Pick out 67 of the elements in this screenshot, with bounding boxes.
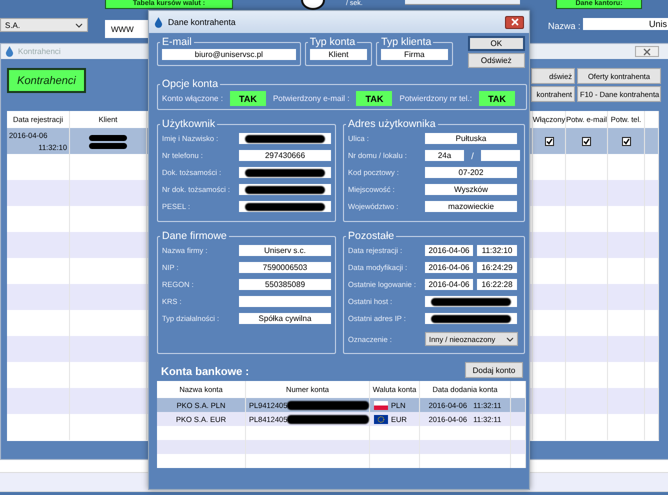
separator-text: /	[470, 150, 475, 160]
window-title: Kontrahenci	[18, 47, 61, 56]
text-field[interactable]: Pułtuska	[425, 133, 518, 144]
close-button[interactable]	[505, 16, 524, 28]
text-field[interactable]	[239, 201, 331, 212]
chevron-down-icon	[75, 22, 83, 28]
close-icon	[643, 48, 651, 56]
text-field[interactable]: 550385089	[239, 279, 331, 290]
apartment-field[interactable]	[481, 150, 520, 161]
name-label: Nazwa :	[548, 21, 581, 31]
dial-icon	[300, 0, 326, 10]
date-field[interactable]: 2016-04-06	[425, 245, 474, 256]
text-field[interactable]: 07-202	[425, 167, 518, 178]
field-label: Konto włączone :	[162, 94, 223, 103]
text-field[interactable]	[239, 296, 331, 307]
group-title: E-mail	[161, 36, 193, 48]
contractors-button[interactable]: Kontrahenci	[7, 68, 86, 93]
company-select[interactable]: S.A.	[0, 18, 88, 32]
window-title: Dane kontrahenta	[168, 17, 236, 27]
time-field[interactable]: 16:24:29	[477, 262, 518, 273]
text-field[interactable]: 7590006503	[239, 262, 331, 273]
drop-icon	[154, 16, 163, 28]
group-title: Pozostałe	[347, 230, 396, 242]
group-title: Adres użytkownika	[347, 118, 437, 130]
field-label: Potwierdzony e-mail :	[272, 94, 350, 103]
group-title: Typ konta	[308, 36, 356, 48]
checkbox[interactable]	[582, 137, 591, 146]
client-type-field[interactable]: Firma	[381, 49, 448, 60]
chevron-down-icon	[506, 336, 514, 342]
text-field[interactable]: mazowieckie	[425, 201, 518, 212]
ok-button[interactable]: OK	[468, 36, 525, 51]
name-field[interactable]: Unis	[583, 18, 668, 30]
text-field[interactable]	[425, 313, 518, 324]
text-field[interactable]	[425, 296, 518, 307]
date-field[interactable]: 2016-04-06	[425, 262, 474, 273]
status-indicator: TAK	[356, 91, 392, 106]
group-title: Opcje konta	[161, 78, 220, 90]
text-field[interactable]: Uniserv s.c.	[239, 245, 331, 256]
flag-icon	[374, 400, 388, 410]
time-field[interactable]: 16:22:28	[477, 279, 518, 290]
text-field[interactable]	[239, 167, 331, 178]
status-indicator: TAK	[478, 91, 515, 106]
text-field[interactable]: Spółka cywilna	[239, 313, 331, 324]
checkbox[interactable]	[622, 137, 630, 146]
text-field[interactable]: Wyszków	[425, 184, 518, 195]
date-field[interactable]: 2016-04-06	[425, 279, 474, 290]
time-field[interactable]: 11:32:10	[477, 245, 518, 256]
checkbox[interactable]	[544, 137, 554, 146]
add-account-button[interactable]: Dodaj konto	[465, 362, 523, 378]
section-title: Konta bankowe :	[160, 366, 250, 378]
www-field[interactable]: WWW	[105, 20, 149, 38]
text-field[interactable]	[239, 184, 331, 195]
group-title: Dane firmowe	[161, 230, 228, 242]
group-title: Użytkownik	[161, 118, 216, 130]
refresh-button[interactable]: Odśwież	[468, 53, 525, 68]
status-indicator: TAK	[230, 91, 266, 106]
field-label: Potwierdzony nr tel.:	[399, 94, 472, 103]
text-field[interactable]: 297430666	[239, 150, 331, 161]
email-field[interactable]: biuro@uniservsc.pl	[162, 49, 296, 60]
close-icon	[510, 18, 518, 26]
flag-icon	[374, 414, 388, 424]
text-field[interactable]	[239, 133, 331, 144]
account-type-field[interactable]: Klient	[310, 49, 368, 60]
house-number-field[interactable]: 24a	[425, 150, 464, 161]
close-button[interactable]	[635, 46, 659, 57]
drop-icon	[5, 46, 14, 57]
group-title: Typ klienta	[380, 36, 432, 48]
